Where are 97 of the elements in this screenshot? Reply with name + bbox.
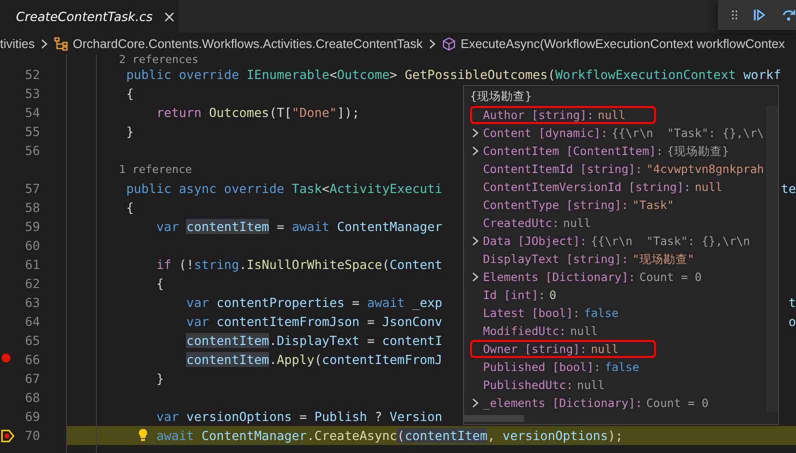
code-line: {: [155, 276, 164, 291]
line-number: 59: [24, 219, 41, 234]
expand-chevron-icon[interactable]: [472, 146, 479, 156]
line-number: 54: [24, 105, 41, 120]
variable-value: false: [604, 360, 640, 374]
line-number: 70: [24, 428, 41, 443]
variable-name[interactable]: ContentItemId [string]:: [483, 162, 642, 176]
code-line: var contentProperties = await _exp: [185, 295, 442, 310]
chevron-right-icon: [428, 39, 436, 49]
drag-handle-icon[interactable]: [732, 10, 738, 20]
variable-value: null: [598, 108, 626, 122]
code-line: {: [125, 200, 134, 215]
variable-name[interactable]: Published [bool]:: [483, 360, 601, 374]
variable-value: null: [577, 378, 605, 392]
line-number: 68: [24, 390, 41, 405]
variable-name[interactable]: Data [JObject]:: [483, 234, 587, 248]
code-line: contentItem.DisplayText = contentI: [185, 333, 442, 348]
variable-name[interactable]: Elements [Dictionary]:: [483, 270, 636, 284]
code-line: }: [155, 371, 164, 386]
line-number: 55: [24, 124, 41, 139]
expand-chevron-icon[interactable]: [472, 398, 479, 408]
line-number: 52: [24, 67, 41, 82]
line-number: 53: [24, 86, 41, 101]
variable-name[interactable]: ContentItem [ContentItem]:: [483, 144, 664, 158]
cube-icon: [442, 37, 456, 51]
lightbulb-icon[interactable]: [138, 428, 148, 442]
reference-count-link[interactable]: 2 references: [66, 55, 198, 65]
chevron-right-icon: [40, 39, 48, 49]
tab-title: CreateContentTask.cs: [16, 9, 153, 24]
code-line: var versionOptions = Publish ? Version: [155, 409, 442, 424]
variable-value: null: [570, 324, 598, 338]
close-button[interactable]: ×: [160, 7, 178, 26]
variable-value: Count = 0: [639, 270, 702, 284]
namespace-icon: [54, 37, 68, 51]
code-line: if (!string.IsNullOrWhiteSpace(Content: [155, 257, 442, 272]
variable-name[interactable]: DisplayText [string]:: [483, 252, 628, 266]
variable-value: Count = 0: [646, 396, 709, 410]
editor-tab[interactable]: CreateContentTask.cs ×: [0, 0, 178, 33]
variable-value: null: [563, 216, 591, 230]
code-line: public async override Task<ActivityExecuti: [125, 181, 442, 196]
line-number: 58: [24, 200, 41, 215]
code-line: public override IEnumerable<Outcome> GetPossibleOutcomes(WorkflowExecutionContext workf: [125, 67, 782, 82]
breadcrumb-item[interactable]: ExecuteAsync(WorkflowExecutionContext workflowContex: [460, 37, 785, 51]
line-number: 60: [24, 238, 41, 253]
variable-value: null: [694, 180, 722, 194]
code-line: }: [125, 124, 134, 139]
variable-name[interactable]: ContentType [string]:: [483, 198, 628, 212]
variable-name[interactable]: ModifiedUtc:: [483, 324, 566, 338]
line-number: 67: [24, 371, 41, 386]
line-number: 61: [24, 257, 41, 272]
variable-value: "现场勘查": [632, 252, 694, 266]
variable-value: 0: [549, 288, 556, 302]
line-number: 65: [24, 333, 41, 348]
variable-name[interactable]: CreatedUtc:: [483, 216, 560, 230]
expand-chevron-icon[interactable]: [472, 128, 479, 138]
variable-name[interactable]: ContentItemVersionId [string]:: [483, 180, 691, 194]
variable-value: "Task": [632, 198, 674, 212]
scrollbar[interactable]: [464, 415, 524, 422]
variable-name[interactable]: Author [string]:: [483, 108, 594, 122]
variable-name[interactable]: PublishedUtc:: [483, 378, 574, 392]
breadcrumb-item[interactable]: tivities: [0, 37, 35, 51]
continue-icon[interactable]: [753, 8, 766, 22]
variable-value: {现场勘查}: [667, 144, 729, 158]
code-fragment: te: [780, 181, 796, 196]
breakpoint-icon[interactable]: [1, 352, 11, 362]
variable-name[interactable]: Owner [string]:: [483, 342, 587, 356]
expand-chevron-icon[interactable]: [472, 272, 479, 282]
hover-title: {现场勘查}: [469, 88, 533, 105]
variable-name[interactable]: Id [int]:: [483, 288, 546, 302]
variable-name[interactable]: _elements [Dictionary]:: [483, 396, 642, 410]
variable-value: "4cvwptvn8gnkprah: [646, 162, 764, 176]
code-line: contentItem.Apply(contentItemFromJ: [185, 352, 442, 367]
step-over-icon[interactable]: [782, 8, 796, 22]
variable-value: false: [584, 306, 619, 320]
scrollbar[interactable]: [766, 106, 778, 412]
code-line: return Outcomes(T["Done"]);: [155, 105, 360, 120]
code-line: var contentItemFromJson = JsonConv: [185, 314, 442, 329]
variable-name[interactable]: Content [dynamic]:: [483, 126, 608, 140]
variable-name[interactable]: Latest [bool]:: [483, 306, 580, 320]
line-number: 57: [24, 181, 41, 196]
code-fragment: o: [788, 314, 796, 329]
variable-value: {{\r\n "Task": {},\r\: [612, 126, 764, 140]
variable-value: {{\r\n "Task": {},\r\n: [590, 234, 750, 248]
code-line: {: [125, 86, 134, 101]
code-line: var contentItem = await ContentManager: [155, 219, 442, 234]
code-fragment: t: [788, 295, 796, 310]
variable-value: null: [590, 342, 619, 356]
line-number: 69: [24, 409, 41, 424]
line-number: 62: [24, 276, 41, 291]
expand-chevron-icon[interactable]: [472, 236, 479, 246]
code-line: await ContentManager.CreateAsync(contentItem, versionOptions);: [155, 428, 623, 443]
line-number: 64: [24, 314, 41, 329]
line-number: 56: [24, 143, 41, 158]
line-number: 66: [24, 352, 41, 367]
breadcrumb-item[interactable]: OrchardCore.Contents.Workflows.Activities.CreateContentTask: [72, 37, 423, 51]
reference-count-link[interactable]: 1 reference: [66, 164, 192, 174]
line-number: 63: [24, 295, 41, 310]
